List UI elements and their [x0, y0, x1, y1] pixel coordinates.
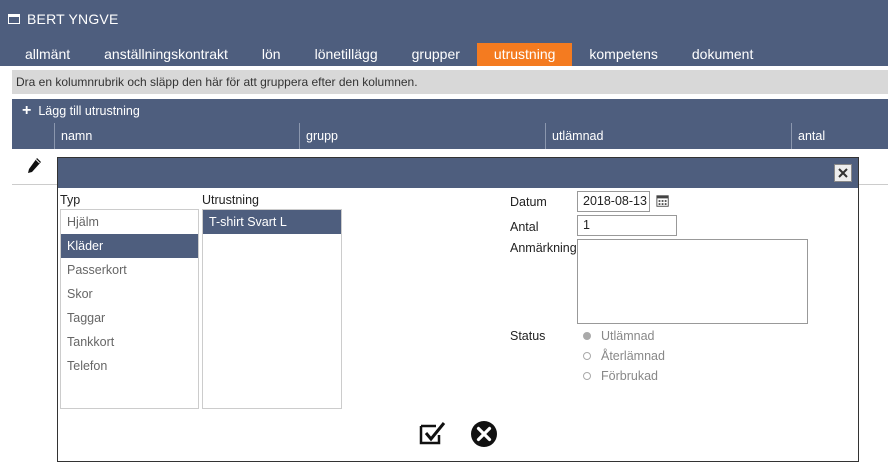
- status-option-aterlamnad[interactable]: Återlämnad: [583, 346, 665, 366]
- window-icon: [8, 14, 20, 24]
- column-header-edit: [12, 123, 54, 149]
- pencil-icon[interactable]: [26, 157, 42, 175]
- type-item-tankkort[interactable]: Tankkort: [61, 330, 198, 354]
- type-list[interactable]: Hjälm Kläder Passerkort Skor Taggar Tank…: [60, 209, 199, 409]
- tab-lonetillagg[interactable]: lönetillägg: [298, 43, 395, 66]
- type-item-taggar[interactable]: Taggar: [61, 306, 198, 330]
- type-item-skor[interactable]: Skor: [61, 282, 198, 306]
- close-icon: [838, 168, 848, 178]
- tab-anstallningskontrakt[interactable]: anställningskontrakt: [87, 43, 245, 66]
- status-label: Status: [510, 329, 546, 343]
- radio-icon: [583, 352, 591, 360]
- count-field[interactable]: 1: [577, 215, 677, 236]
- radio-checked-icon: [583, 332, 591, 340]
- tab-allmant[interactable]: allmänt: [8, 43, 87, 66]
- cancel-x-icon[interactable]: [470, 420, 498, 448]
- type-item-hjalm[interactable]: Hjälm: [61, 210, 198, 234]
- status-option-label: Utlämnad: [601, 329, 655, 343]
- column-header-namn[interactable]: namn: [54, 123, 299, 149]
- type-item-passerkort[interactable]: Passerkort: [61, 258, 198, 282]
- radio-icon: [583, 372, 591, 380]
- equipment-dialog: Typ Hjälm Kläder Passerkort Skor Taggar …: [57, 157, 859, 462]
- tab-utrustning[interactable]: utrustning: [476, 43, 573, 66]
- column-header-utlamnad[interactable]: utlämnad: [545, 123, 791, 149]
- tab-grupper[interactable]: grupper: [395, 43, 477, 66]
- status-option-label: Förbrukad: [601, 369, 658, 383]
- close-button[interactable]: [834, 164, 852, 182]
- date-label: Datum: [510, 195, 547, 209]
- remark-field[interactable]: [577, 239, 808, 324]
- status-option-label: Återlämnad: [601, 349, 665, 363]
- add-equipment-button[interactable]: + Lägg till utrustning: [12, 99, 888, 123]
- date-field[interactable]: 2018-08-13: [577, 191, 650, 212]
- status-option-utlamnad[interactable]: Utlämnad: [583, 326, 655, 346]
- confirm-checkmark-icon[interactable]: [419, 421, 447, 447]
- count-label: Antal: [510, 220, 539, 234]
- type-item-klader[interactable]: Kläder: [61, 234, 198, 258]
- tab-kompetens[interactable]: kompetens: [572, 43, 674, 66]
- equipment-item[interactable]: T-shirt Svart L: [203, 210, 341, 234]
- tab-lon[interactable]: lön: [245, 43, 298, 66]
- column-header-grupp[interactable]: grupp: [299, 123, 545, 149]
- tab-bar: allmänt anställningskontrakt lön lönetil…: [8, 43, 770, 66]
- column-header-antal[interactable]: antal: [791, 123, 888, 149]
- equipment-list[interactable]: T-shirt Svart L: [202, 209, 342, 409]
- plus-icon: +: [22, 102, 32, 119]
- top-bar: BERT YNGVE allmänt anställningskontrakt …: [0, 0, 888, 66]
- calendar-icon[interactable]: [656, 194, 670, 208]
- group-drop-area[interactable]: Dra en kolumnrubrik och släpp den här fö…: [12, 70, 888, 94]
- remark-label: Anmärkning: [510, 241, 577, 255]
- window-title-row: BERT YNGVE: [8, 11, 118, 27]
- type-label: Typ: [60, 193, 81, 207]
- dialog-header: [58, 158, 858, 188]
- tab-dokument[interactable]: dokument: [675, 43, 770, 66]
- type-item-telefon[interactable]: Telefon: [61, 354, 198, 378]
- equipment-label: Utrustning: [202, 193, 259, 207]
- add-equipment-label: Lägg till utrustning: [38, 104, 140, 118]
- status-option-forbrukad[interactable]: Förbrukad: [583, 366, 658, 386]
- window-title: BERT YNGVE: [27, 11, 119, 27]
